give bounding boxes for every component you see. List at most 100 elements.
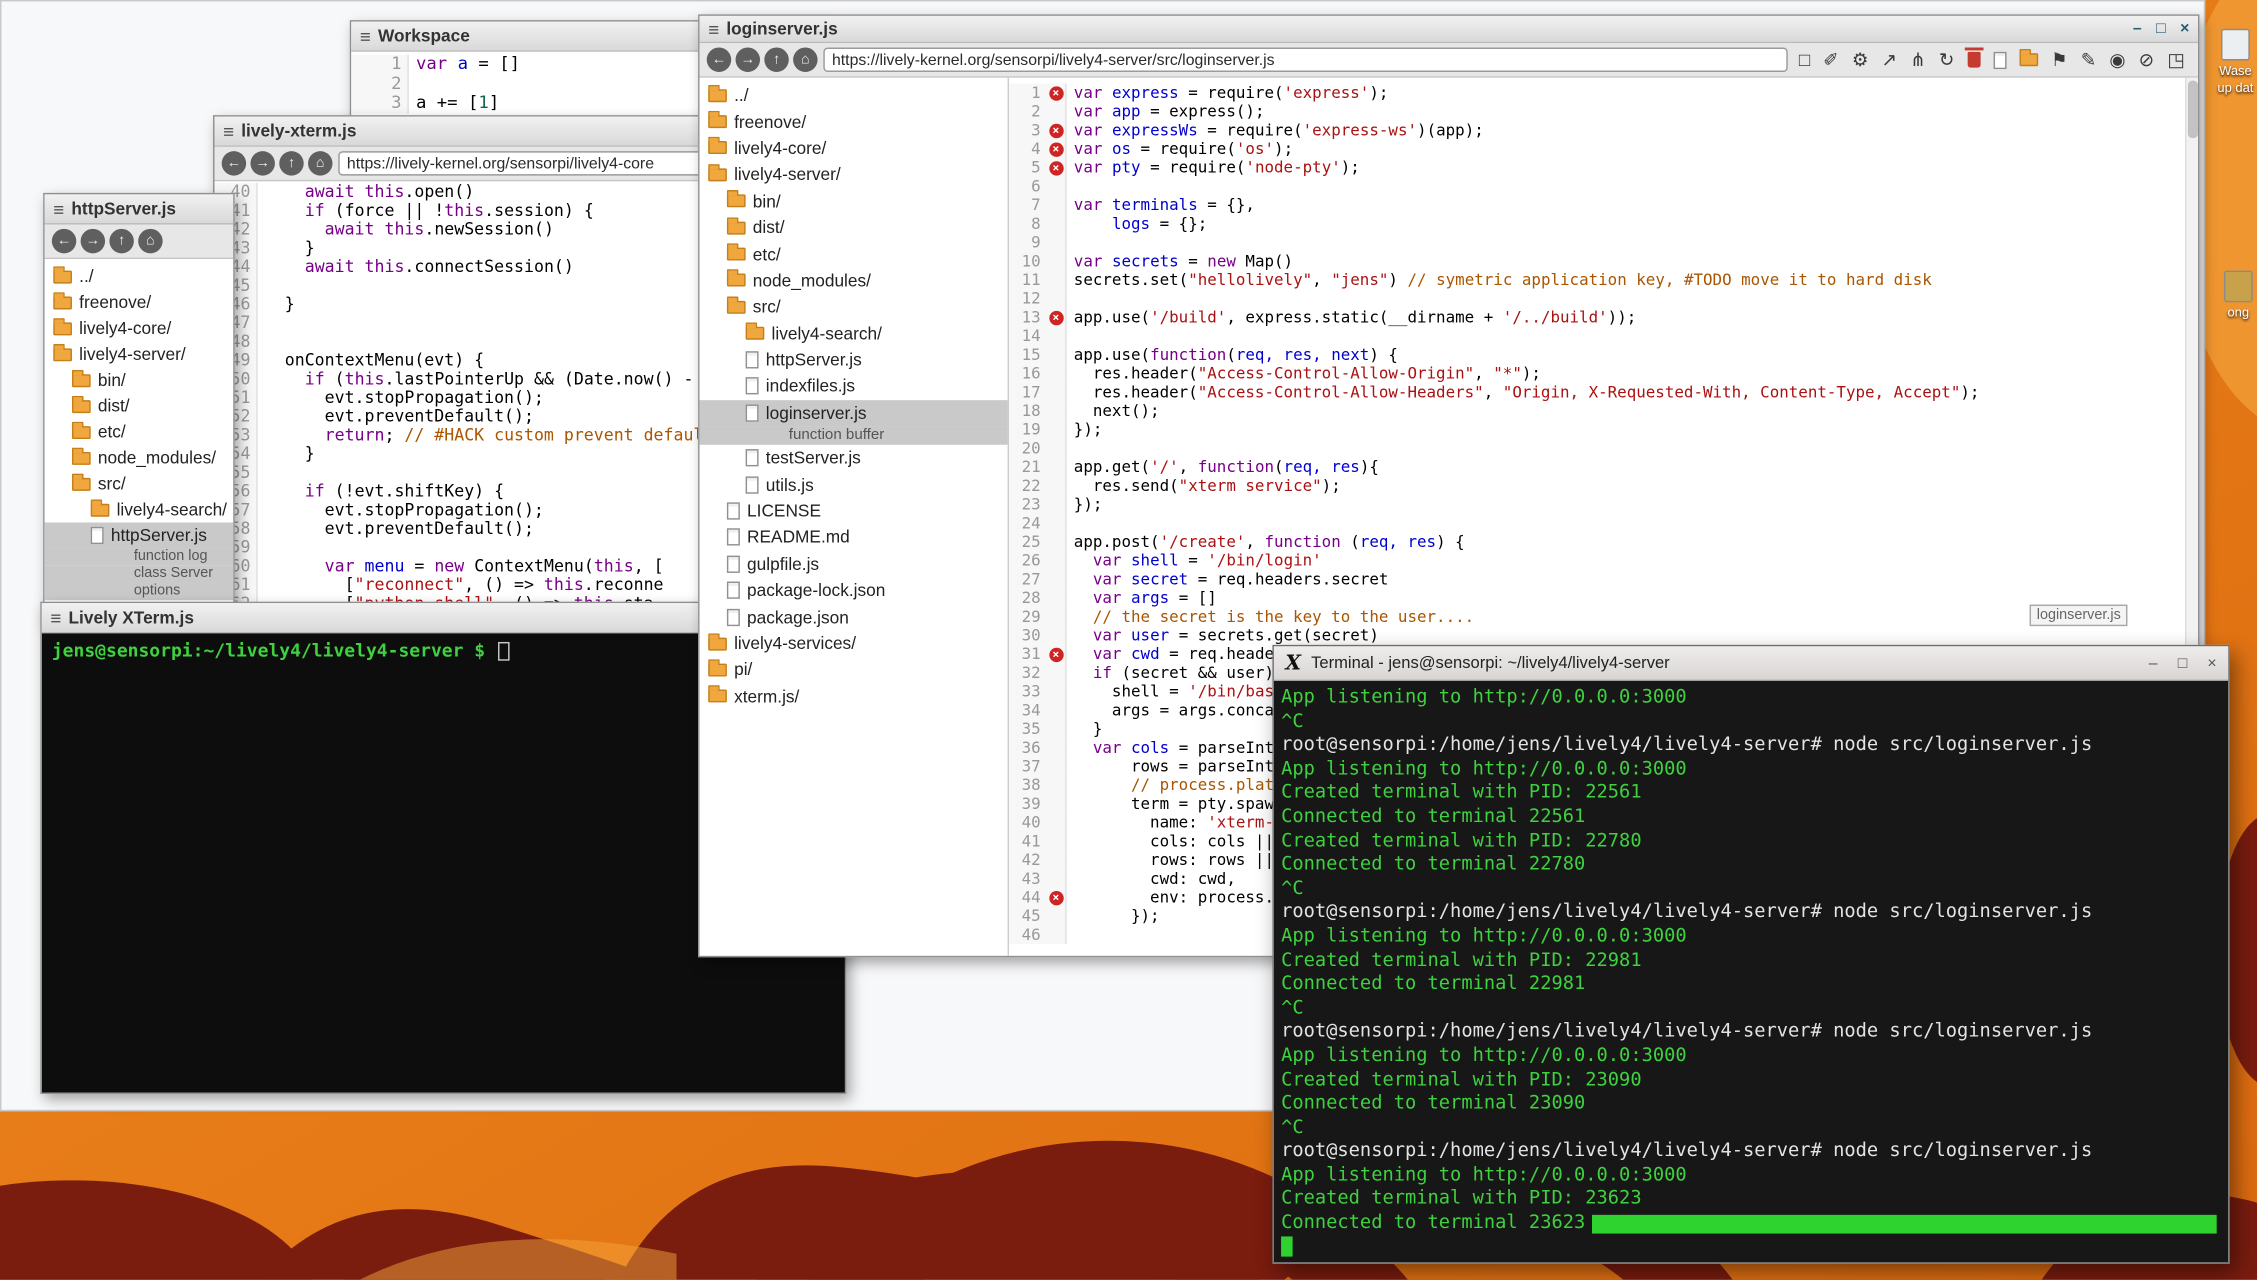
reload-icon[interactable]: ↻	[1939, 48, 1955, 71]
tree-item-loginserver-js[interactable]: loginserver.js	[700, 400, 1008, 426]
home-button[interactable]: ⌂	[308, 151, 332, 175]
line-number: 3	[1009, 121, 1046, 140]
tree-item-[interactable]: ../	[45, 263, 234, 289]
folder-icon	[727, 221, 746, 234]
minimize-button[interactable]: –	[2149, 654, 2158, 671]
system-terminal-window[interactable]: X Terminal - jens@sensorpi: ~/lively4/li…	[1272, 645, 2229, 1264]
tree-item-etc[interactable]: etc/	[45, 419, 234, 445]
window-titlebar[interactable]: ≡ loginserver.js –□×	[700, 16, 2198, 43]
edit-icon[interactable]: ✎	[2081, 48, 2097, 71]
close-button[interactable]: ×	[2207, 654, 2216, 671]
tree-item-lively4-services[interactable]: lively4-services/	[700, 630, 1008, 656]
tree-item-freenove[interactable]: freenove/	[700, 109, 1008, 135]
brush-icon[interactable]: ✐	[1823, 48, 1839, 71]
tree-item-node-modules[interactable]: node_modules/	[45, 445, 234, 471]
tree-item-dist[interactable]: dist/	[45, 393, 234, 419]
up-button[interactable]: ↑	[764, 48, 788, 72]
maximize-button[interactable]: □	[2178, 654, 2188, 671]
url-input[interactable]	[823, 48, 1787, 72]
terminal-output[interactable]: App listening to http://0.0.0.0:3000^Cro…	[1274, 681, 2228, 1263]
home-button[interactable]: ⌂	[793, 48, 817, 72]
tree-item-lively4-server[interactable]: lively4-server/	[700, 161, 1008, 187]
desktop-icon[interactable]: up dat	[2202, 81, 2257, 95]
tree-subitem[interactable]: function buffer	[700, 426, 1008, 445]
tree-item-indexfiles-js[interactable]: indexfiles.js	[700, 373, 1008, 399]
tree-item-dist[interactable]: dist/	[700, 214, 1008, 240]
line-number: 37	[1009, 757, 1046, 776]
desktop-icon[interactable]: ong	[2205, 271, 2257, 320]
line-number: 8	[1009, 214, 1046, 233]
tree-item-lively4-server[interactable]: lively4-server/	[45, 341, 234, 367]
tree-item-label: gulpfile.js	[747, 554, 819, 574]
tree-item-lively4-core[interactable]: lively4-core/	[45, 315, 234, 341]
tree-item-xterm-js[interactable]: xterm.js/	[700, 683, 1008, 709]
terminal-line: ^C	[1281, 1117, 2221, 1141]
open-external-icon[interactable]: ↗	[1882, 48, 1898, 71]
window-menu-icon[interactable]: ≡	[708, 18, 719, 40]
up-button[interactable]: ↑	[109, 229, 133, 253]
maximize-button[interactable]: □	[2156, 20, 2166, 37]
delete-icon[interactable]	[1968, 52, 1981, 68]
cancel-icon[interactable]: ⊘	[2139, 48, 2155, 71]
tree-item-pi[interactable]: pi/	[700, 657, 1008, 683]
tree-item-bin[interactable]: bin/	[700, 188, 1008, 214]
line-number: 4	[1009, 140, 1046, 159]
minimize-button[interactable]: –	[2133, 20, 2142, 37]
window-menu-icon[interactable]: ≡	[53, 198, 64, 220]
window-menu-icon[interactable]: ≡	[223, 120, 234, 142]
tree-item-httpserver-js[interactable]: httpServer.js	[700, 347, 1008, 373]
forward-button[interactable]: →	[250, 151, 274, 175]
tree-item-src[interactable]: src/	[700, 294, 1008, 320]
checkbox-icon[interactable]: □	[1799, 49, 1810, 71]
file-tree[interactable]: ../freenove/lively4-core/lively4-server/…	[700, 78, 1009, 956]
terminal-line: root@sensorpi:/home/jens/lively4/lively4…	[1281, 1021, 2221, 1045]
settings-gears-icon[interactable]: ⚙	[1852, 48, 1869, 71]
window-menu-icon[interactable]: ≡	[360, 25, 371, 47]
tree-item-node-modules[interactable]: node_modules/	[700, 267, 1008, 293]
dependency-graph-icon[interactable]: ⋔	[1910, 48, 1926, 71]
tree-item-gulpfile-js[interactable]: gulpfile.js	[700, 551, 1008, 577]
save-icon[interactable]: ◉	[2109, 48, 2125, 71]
tree-item-license[interactable]: LICENSE	[700, 498, 1008, 524]
tree-item-readme-md[interactable]: README.md	[700, 524, 1008, 550]
tree-item-src[interactable]: src/	[45, 471, 234, 497]
desktop-icon[interactable]: Wase	[2202, 29, 2257, 78]
tree-subitem[interactable]: function log	[45, 548, 234, 565]
tree-item-lively4-search[interactable]: lively4-search/	[45, 497, 234, 523]
back-button[interactable]: ←	[707, 48, 731, 72]
home-button[interactable]: ⌂	[138, 229, 162, 253]
forward-button[interactable]: →	[81, 229, 105, 253]
flag-icon[interactable]: ⚑	[2051, 48, 2068, 71]
file-tree[interactable]: ../freenove/lively4-core/lively4-server/…	[45, 259, 234, 623]
scrollbar-thumb[interactable]	[2188, 81, 2198, 139]
tree-item-label: lively4-server/	[79, 344, 186, 364]
close-button[interactable]: ×	[2180, 20, 2189, 37]
tree-item-testserver-js[interactable]: testServer.js	[700, 445, 1008, 471]
tree-item-label: lively4-server/	[734, 165, 841, 185]
httpserver-window[interactable]: ≡ httpServer.js ←→↑⌂ ../freenove/lively4…	[43, 193, 234, 625]
tree-item-package-json[interactable]: package.json	[700, 604, 1008, 630]
fullscreen-icon[interactable]: ◳	[2167, 48, 2185, 71]
gutter-marker	[1046, 214, 1066, 233]
window-menu-icon[interactable]: ≡	[50, 607, 61, 629]
tree-subitem[interactable]: class Server	[45, 566, 234, 583]
tree-item-utils-js[interactable]: utils.js	[700, 471, 1008, 497]
new-folder-icon[interactable]	[2019, 53, 2038, 66]
new-file-icon[interactable]	[1993, 51, 2006, 68]
tree-subitem[interactable]: options	[45, 583, 234, 600]
tree-item-httpserver-js[interactable]: httpServer.js	[45, 523, 234, 549]
tree-item-[interactable]: ../	[700, 82, 1008, 108]
forward-button[interactable]: →	[736, 48, 760, 72]
back-button[interactable]: ←	[52, 229, 76, 253]
tree-item-freenove[interactable]: freenove/	[45, 289, 234, 315]
tree-item-lively4-search[interactable]: lively4-search/	[700, 320, 1008, 346]
terminal-line: ^C	[1281, 710, 2221, 734]
window-titlebar[interactable]: X Terminal - jens@sensorpi: ~/lively4/li…	[1274, 646, 2228, 681]
tree-item-lively4-core[interactable]: lively4-core/	[700, 135, 1008, 161]
up-button[interactable]: ↑	[279, 151, 303, 175]
window-titlebar[interactable]: ≡ httpServer.js	[45, 194, 234, 224]
tree-item-bin[interactable]: bin/	[45, 367, 234, 393]
tree-item-package-lock-json[interactable]: package-lock.json	[700, 577, 1008, 603]
back-button[interactable]: ←	[222, 151, 246, 175]
tree-item-etc[interactable]: etc/	[700, 241, 1008, 267]
